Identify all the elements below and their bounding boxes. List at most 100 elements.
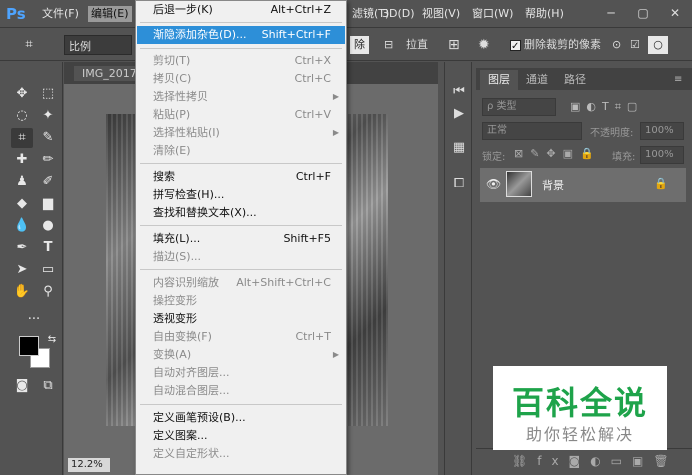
menu-item-paste-special[interactable]: 选择性粘贴(I) ▶: [137, 124, 345, 142]
menu-item-define-pattern[interactable]: 定义图案...: [137, 427, 345, 445]
crop-tool-icon[interactable]: ⌗: [18, 35, 40, 55]
visibility-eye-icon[interactable]: 👁: [486, 177, 501, 191]
type-tool-icon[interactable]: T: [37, 238, 59, 258]
menu-item-stroke[interactable]: 描边(S)...: [137, 248, 345, 266]
screen-mode-icon[interactable]: ⧉: [37, 376, 59, 396]
menu-item-spell-check[interactable]: 拼写检查(H)...: [137, 186, 345, 204]
lasso-tool-icon[interactable]: ◌: [11, 106, 33, 126]
menu-separator: [140, 404, 342, 405]
opacity-label: 不透明度:: [590, 128, 634, 139]
menu-item-search[interactable]: 搜索 Ctrl+F: [137, 168, 345, 186]
edit-menu-dropdown: 后退一步(K) Alt+Ctrl+Z 渐隐添加杂色(D)... Shift+Ctrl…: [135, 0, 347, 475]
menu-item-auto-align[interactable]: 自动对齐图层...: [137, 364, 345, 382]
quick-mask-icon[interactable]: ◙: [11, 376, 33, 396]
eyedropper-icon[interactable]: ✎: [37, 128, 59, 148]
menu-file[interactable]: 文件(F): [42, 6, 79, 22]
crop-tool-icon[interactable]: ⌗: [11, 128, 33, 148]
zoom-tool-icon[interactable]: ⚲: [37, 282, 59, 302]
menu-item-fade-add-noise[interactable]: 渐隐添加杂色(D)... Shift+Ctrl+F: [137, 26, 345, 44]
clear-button[interactable]: 除: [350, 36, 369, 54]
layer-action-icons[interactable]: ⛓fx◙◐▭▣🗑: [512, 454, 679, 468]
reset-icon[interactable]: ⊙: [612, 36, 621, 54]
menu-separator: [140, 22, 342, 23]
gradient-tool-icon[interactable]: ▆: [37, 194, 59, 214]
menu-window[interactable]: 窗口(W): [472, 6, 513, 22]
panel-menu-icon[interactable]: ≡: [666, 70, 690, 90]
checkbox-icon[interactable]: ☑: [630, 36, 640, 54]
menu-item-step-backward[interactable]: 后退一步(K) Alt+Ctrl+Z: [137, 1, 345, 19]
tab-paths[interactable]: 路径: [556, 70, 594, 90]
blur-tool-icon[interactable]: 💧: [11, 216, 33, 236]
menu-view[interactable]: 视图(V): [422, 6, 460, 22]
kind-filter-select[interactable]: ρ 类型: [482, 98, 556, 116]
menu-item-define-brush[interactable]: 定义画笔预设(B)...: [137, 409, 345, 427]
fill-label: 填充:: [612, 152, 636, 163]
crop-ratio-select[interactable]: 比例: [64, 35, 132, 55]
menu-item-fill[interactable]: 填充(L)... Shift+F5: [137, 230, 345, 248]
menu-item-content-aware-scale[interactable]: 内容识别缩放 Alt+Shift+Ctrl+C: [137, 274, 345, 292]
menu-item-auto-blend[interactable]: 自动混合图层...: [137, 382, 345, 400]
zoom-level[interactable]: 12.2%: [68, 458, 110, 472]
layer-row[interactable]: 👁 背景 🔒: [480, 168, 686, 202]
foreground-color-swatch[interactable]: [19, 336, 39, 356]
menu-item-copy-special[interactable]: 选择性拷贝 ▶: [137, 88, 345, 106]
menu-edit[interactable]: 编辑(E): [88, 6, 132, 22]
magic-wand-icon[interactable]: ✦: [37, 106, 59, 126]
menu-help[interactable]: 帮助(H): [525, 6, 564, 22]
more-tools-icon[interactable]: ···: [23, 310, 45, 330]
move-tool-icon[interactable]: ✥: [11, 84, 33, 104]
opacity-input[interactable]: 100%: [640, 122, 684, 140]
minimize-icon[interactable]: ─: [600, 4, 622, 22]
straighten-icon[interactable]: ⊟: [384, 36, 393, 54]
menu-item-find-replace[interactable]: 查找和替换文本(X)...: [137, 204, 345, 222]
tab-channels[interactable]: 通道: [518, 70, 556, 90]
dodge-tool-icon[interactable]: ●: [37, 216, 59, 236]
marquee-tool-icon[interactable]: ⬚: [37, 84, 59, 104]
filter-icons[interactable]: ▣◐T⌗▢: [570, 100, 643, 114]
menu-item-copy[interactable]: 拷贝(C) Ctrl+C: [137, 70, 345, 88]
properties-panel-icon[interactable]: ▦: [449, 138, 469, 158]
close-icon[interactable]: ✕: [664, 4, 686, 22]
straighten-label[interactable]: 拉直: [406, 36, 428, 54]
healing-brush-icon[interactable]: ✚: [11, 150, 33, 170]
menu-item-puppet-warp[interactable]: 操控变形: [137, 292, 345, 310]
history-panel-icon[interactable]: ⏮: [449, 82, 469, 102]
menu-item-cut[interactable]: 剪切(T) Ctrl+X: [137, 52, 345, 70]
lock-row: 锁定: ⊠✎✥▣🔒 填充: 100%: [480, 146, 684, 166]
checkbox-checked-icon[interactable]: [510, 38, 521, 56]
layer-lock-icon: 🔒: [654, 177, 668, 190]
actions-panel-icon[interactable]: ▶: [449, 104, 469, 124]
menu-separator: [140, 48, 342, 49]
menu-separator: [140, 163, 342, 164]
layer-thumbnail: [506, 171, 532, 197]
delete-cropped-checkbox[interactable]: 删除裁剪的像素: [510, 36, 601, 56]
clone-stamp-icon[interactable]: ♟: [11, 172, 33, 192]
gear-icon[interactable]: ✹: [478, 36, 490, 54]
fill-input[interactable]: 100%: [640, 146, 684, 164]
eraser-icon[interactable]: ◆: [11, 194, 33, 214]
photoshop-logo: Ps: [6, 5, 26, 23]
menu-item-define-shape[interactable]: 定义自定形状...: [137, 445, 345, 463]
menu-item-paste[interactable]: 粘贴(P) Ctrl+V: [137, 106, 345, 124]
blend-mode-select[interactable]: 正常: [482, 122, 582, 140]
menu-item-free-transform[interactable]: 自由变换(F) Ctrl+T: [137, 328, 345, 346]
grid-icon[interactable]: ⊞: [448, 36, 460, 54]
tab-layers[interactable]: 图层: [480, 70, 518, 90]
lock-icons[interactable]: ⊠✎✥▣🔒: [514, 147, 601, 160]
delete-cropped-label: 删除裁剪的像素: [524, 38, 601, 51]
brush-tool-icon[interactable]: ✏: [37, 150, 59, 170]
commit-button[interactable]: ○: [648, 36, 668, 54]
hand-tool-icon[interactable]: ✋: [11, 282, 33, 302]
path-selection-icon[interactable]: ➤: [11, 260, 33, 280]
history-brush-icon[interactable]: ✐: [37, 172, 59, 192]
adjustments-panel-icon[interactable]: ⧠: [449, 174, 469, 194]
menu-3d[interactable]: 3D(D): [382, 6, 415, 22]
menu-item-perspective-warp[interactable]: 透视变形: [137, 310, 345, 328]
menu-item-transform[interactable]: 变换(A) ▶: [137, 346, 345, 364]
submenu-arrow-icon: ▶: [332, 128, 339, 137]
swap-colors-icon[interactable]: ⇆: [41, 330, 63, 350]
pen-tool-icon[interactable]: ✒: [11, 238, 33, 258]
rectangle-tool-icon[interactable]: ▭: [37, 260, 59, 280]
maximize-icon[interactable]: ▢: [632, 4, 654, 22]
menu-item-clear[interactable]: 清除(E): [137, 142, 345, 160]
